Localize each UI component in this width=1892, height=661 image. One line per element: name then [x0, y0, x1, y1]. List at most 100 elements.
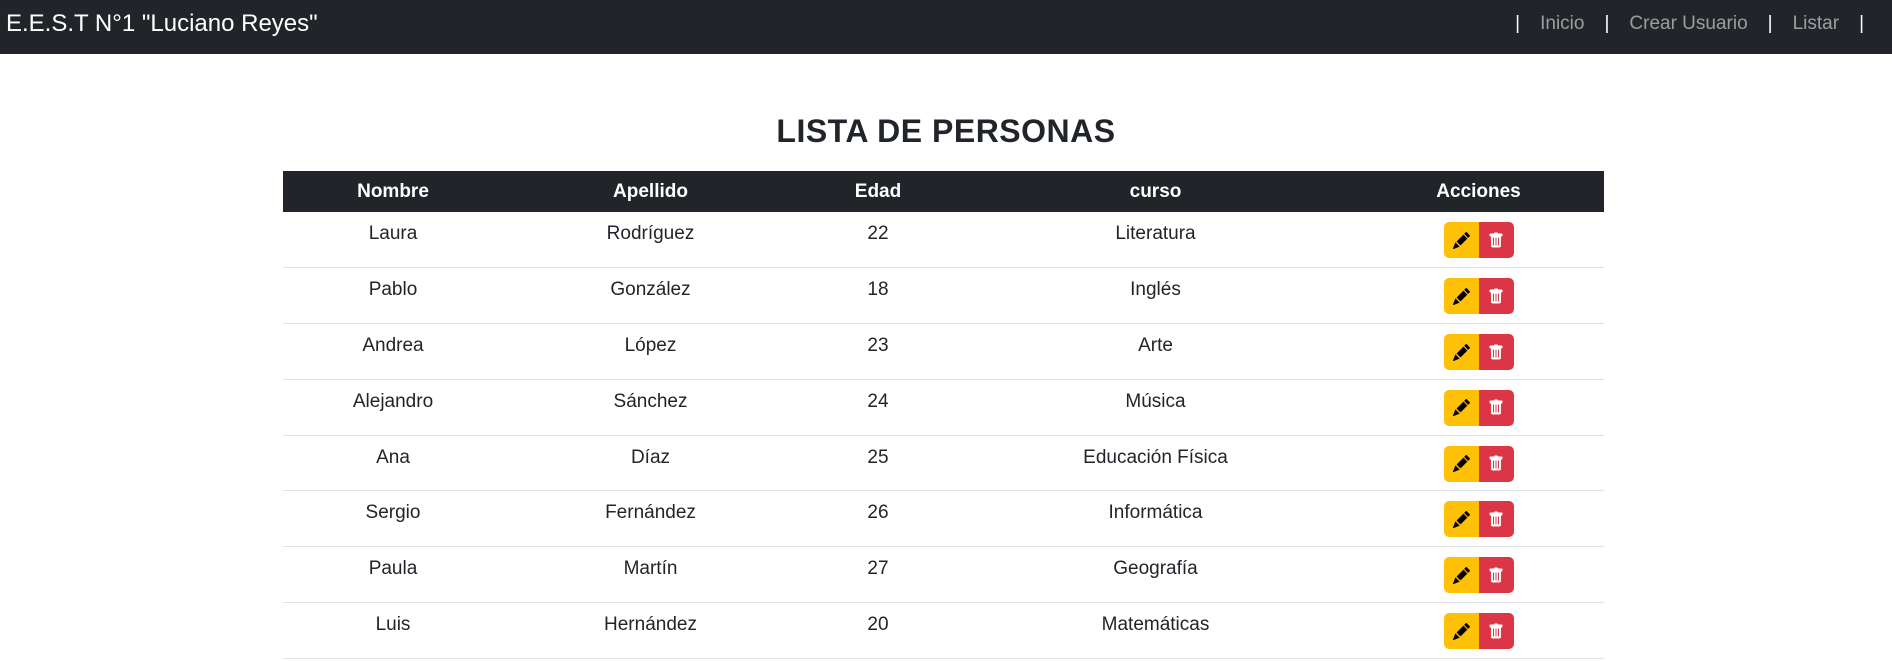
trash-icon	[1488, 623, 1504, 640]
action-buttons	[1443, 613, 1514, 650]
cell-acciones	[1353, 547, 1604, 603]
delete-button[interactable]	[1478, 222, 1514, 258]
cell-acciones	[1353, 379, 1604, 435]
edit-button[interactable]	[1443, 334, 1479, 371]
navbar: E.E.S.T N°1 "Luciano Reyes" | Inicio | C…	[0, 0, 1892, 54]
column-header-curso: curso	[1129, 180, 1182, 202]
trash-icon	[1488, 455, 1504, 472]
delete-button[interactable]	[1478, 278, 1514, 315]
cell-nombre: Laura	[368, 223, 418, 244]
cell-apellido: López	[624, 335, 677, 357]
cell-curso: Arte	[1138, 335, 1173, 357]
column-header-apellido: Apellido	[613, 180, 688, 202]
action-buttons	[1443, 389, 1514, 426]
cell-acciones	[1353, 603, 1604, 659]
edit-button[interactable]	[1443, 501, 1479, 538]
cell-edad: 27	[867, 558, 889, 580]
cell-nombre: Ana	[376, 446, 410, 468]
cell-apellido: Rodríguez	[606, 223, 695, 244]
cell-acciones	[1353, 268, 1604, 324]
cell-edad: 20	[867, 614, 889, 636]
delete-button[interactable]	[1478, 445, 1514, 482]
nav-separator: |	[1859, 13, 1864, 34]
pencil-icon	[1452, 343, 1470, 361]
cell-nombre: Luis	[375, 614, 411, 636]
table-row: Andrea López 23 Arte	[283, 324, 1604, 380]
edit-button[interactable]	[1443, 557, 1479, 594]
cell-apellido: Martín	[623, 558, 678, 580]
delete-button[interactable]	[1478, 334, 1514, 371]
trash-icon	[1488, 511, 1504, 528]
edit-button[interactable]	[1443, 222, 1479, 258]
table-row: Paula Martín 27 Geografía	[283, 547, 1604, 603]
cell-acciones	[1353, 212, 1604, 268]
table-row: Luis Hernández 20 Matemáticas	[283, 603, 1604, 659]
cell-curso: Geografía	[1113, 558, 1198, 580]
edit-button[interactable]	[1443, 613, 1479, 650]
pencil-icon	[1452, 622, 1470, 640]
cell-acciones	[1353, 324, 1604, 380]
pencil-icon	[1452, 566, 1470, 584]
edit-button[interactable]	[1443, 389, 1479, 426]
action-buttons	[1443, 557, 1514, 594]
cell-edad: 26	[867, 502, 889, 524]
table-body: Laura Rodríguez 22 Literatura Pablo González 1…	[283, 212, 1604, 659]
cell-acciones	[1353, 491, 1604, 547]
cell-acciones	[1353, 435, 1604, 491]
persons-table-container: Nombre Apellido Edad curso Acciones Laur…	[283, 171, 1604, 659]
cell-edad: 22	[867, 223, 889, 244]
navbar-brand[interactable]: E.E.S.T N°1 "Luciano Reyes"	[6, 10, 318, 38]
cell-curso: Matemáticas	[1101, 614, 1210, 636]
table-row: Pablo González 18 Inglés	[283, 268, 1604, 324]
delete-button[interactable]	[1478, 613, 1514, 650]
cell-apellido: Fernández	[605, 502, 696, 524]
delete-button[interactable]	[1478, 501, 1514, 538]
action-buttons	[1443, 501, 1514, 538]
nav-link-listar[interactable]: Listar	[1783, 13, 1849, 35]
cell-apellido: González	[610, 279, 691, 301]
table-row: Alejandro Sánchez 24 Música	[283, 379, 1604, 436]
column-header-nombre: Nombre	[357, 180, 429, 202]
page-title: LISTA DE PERSONAS	[776, 113, 1116, 149]
pencil-icon	[1452, 455, 1470, 473]
cell-curso: Inglés	[1130, 279, 1181, 301]
table-row: Laura Rodríguez 22 Literatura	[283, 212, 1604, 268]
edit-button[interactable]	[1443, 445, 1479, 482]
persons-table: Nombre Apellido Edad curso Acciones Laur…	[283, 171, 1604, 659]
delete-button[interactable]	[1478, 557, 1514, 594]
nav-separator: |	[1767, 13, 1773, 34]
cell-nombre: Andrea	[362, 335, 424, 357]
nav-separator: |	[1604, 13, 1610, 34]
pencil-icon	[1452, 510, 1470, 528]
cell-edad: 25	[867, 446, 889, 468]
pencil-icon	[1452, 231, 1470, 249]
pencil-icon	[1452, 287, 1470, 305]
cell-edad: 18	[867, 279, 889, 301]
delete-button[interactable]	[1478, 389, 1514, 426]
nav-link-inicio[interactable]: Inicio	[1530, 13, 1594, 35]
trash-icon	[1488, 288, 1504, 305]
cell-nombre: Sergio	[365, 502, 421, 524]
cell-nombre: Pablo	[368, 279, 418, 301]
column-header-edad: Edad	[854, 180, 902, 202]
cell-apellido: Sánchez	[613, 390, 688, 412]
table-header-row: Nombre Apellido Edad curso Acciones	[283, 171, 1604, 212]
nav-link-crear-usuario[interactable]: Crear Usuario	[1619, 13, 1757, 35]
nav-links: | Inicio | Crear Usuario | Listar |	[1505, 13, 1874, 35]
action-buttons	[1443, 334, 1514, 371]
cell-edad: 23	[867, 335, 889, 357]
cell-apellido: Díaz	[630, 446, 671, 468]
action-buttons	[1443, 278, 1514, 315]
edit-button[interactable]	[1443, 278, 1479, 315]
trash-icon	[1488, 399, 1504, 416]
trash-icon	[1488, 567, 1504, 584]
cell-edad: 24	[867, 390, 889, 412]
cell-curso: Literatura	[1115, 223, 1196, 244]
cell-curso: Educación Física	[1083, 446, 1228, 468]
trash-icon	[1488, 344, 1504, 361]
cell-curso: Música	[1125, 390, 1186, 412]
trash-icon	[1488, 232, 1504, 249]
nav-separator: |	[1515, 13, 1521, 34]
cell-curso: Informática	[1108, 502, 1203, 524]
table-row: Sergio Fernández 26 Informática	[283, 491, 1604, 547]
